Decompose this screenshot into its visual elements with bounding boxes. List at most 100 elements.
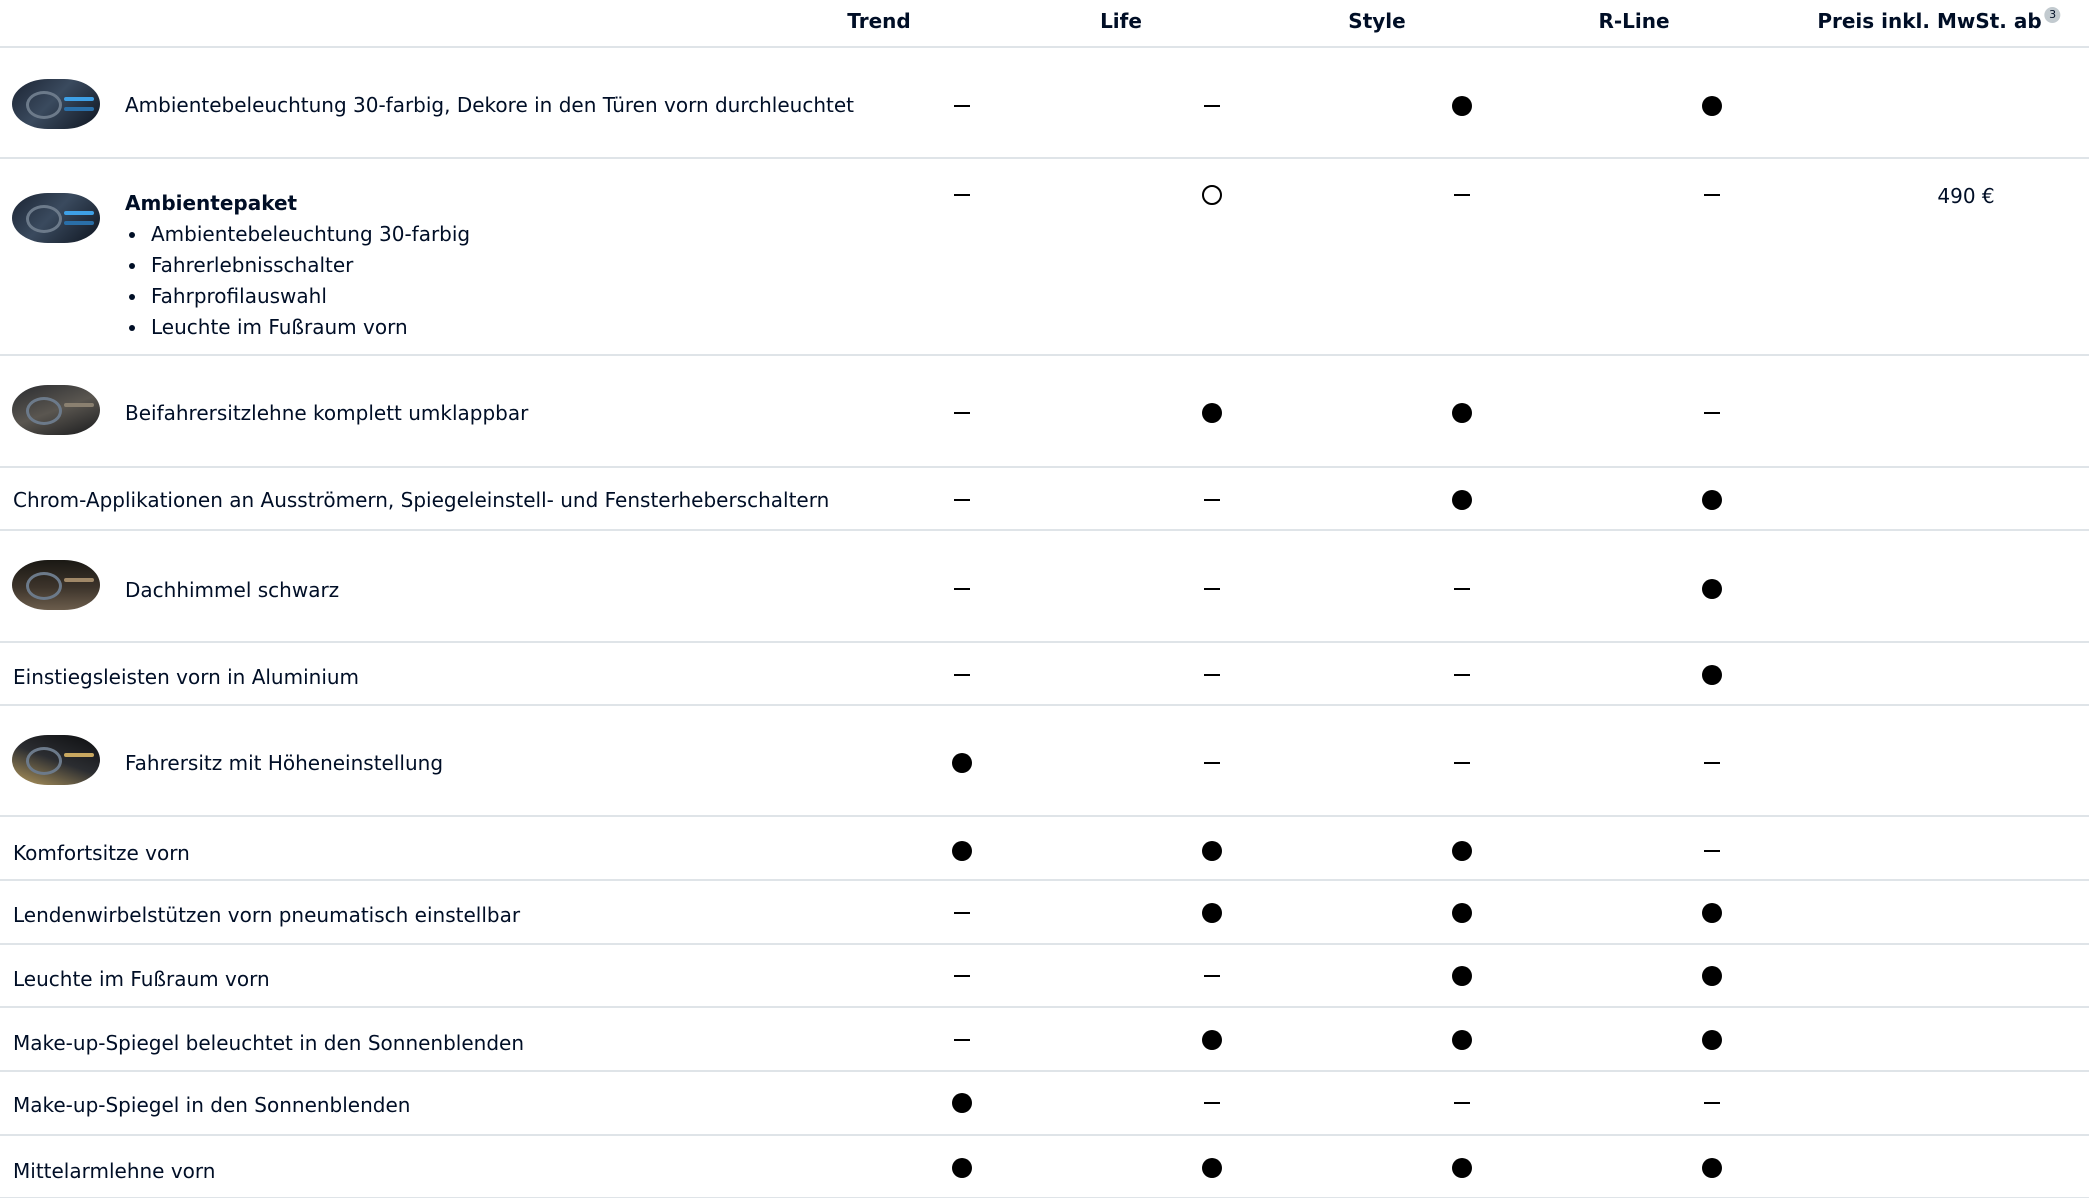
footnote-badge[interactable]: 3 — [2044, 7, 2061, 23]
standard-icon — [952, 841, 972, 861]
cell-life — [1201, 1029, 1223, 1051]
standard-icon — [1452, 903, 1472, 923]
price-header-label: Preis inkl. MwSt. ab — [1817, 9, 2042, 33]
cell-life — [1201, 752, 1223, 774]
standard-icon — [1702, 1030, 1722, 1050]
table-row: Mittelarmlehne vorn — [0, 1136, 2089, 1198]
not-available-icon — [1204, 762, 1220, 764]
cell-rline — [1701, 965, 1723, 987]
column-header-rline: R-Line — [1598, 9, 1670, 33]
cell-style — [1451, 402, 1473, 424]
cell-rline — [1701, 840, 1723, 862]
standard-icon — [1702, 966, 1722, 986]
cell-style — [1451, 184, 1473, 206]
not-available-icon — [1704, 412, 1720, 414]
row-label: Mittelarmlehne vorn — [13, 1159, 216, 1183]
list-item: Fahrprofilauswahl — [125, 281, 470, 312]
list-item: Fahrerlebnisschalter — [125, 250, 470, 281]
cell-rline — [1701, 1092, 1723, 1114]
not-available-icon — [1454, 1102, 1470, 1104]
standard-icon — [1452, 1158, 1472, 1178]
cell-life — [1201, 840, 1223, 862]
row-label: Komfortsitze vorn — [13, 841, 190, 865]
cell-life — [1201, 1157, 1223, 1179]
cell-rline — [1701, 1157, 1723, 1179]
cell-style — [1451, 1092, 1473, 1114]
not-available-icon — [954, 588, 970, 590]
standard-icon — [1702, 1158, 1722, 1178]
cell-trend — [951, 489, 973, 511]
cell-rline — [1701, 184, 1723, 206]
not-available-icon — [954, 912, 970, 914]
table-row: Beifahrersitzlehne komplett umklappbar — [0, 356, 2089, 468]
column-header-style: Style — [1348, 9, 1406, 33]
row-label: Make-up-Spiegel in den Sonnenblenden — [13, 1093, 411, 1117]
cell-life — [1201, 95, 1223, 117]
not-available-icon — [1204, 975, 1220, 977]
not-available-icon — [954, 975, 970, 977]
standard-icon — [1452, 403, 1472, 423]
cell-life — [1201, 489, 1223, 511]
not-available-icon — [1204, 588, 1220, 590]
standard-icon — [1702, 903, 1722, 923]
standard-icon — [1702, 490, 1722, 510]
headliner-image[interactable] — [12, 560, 100, 610]
cell-trend — [951, 965, 973, 987]
passenger-seat-image[interactable] — [12, 385, 100, 435]
not-available-icon — [1454, 588, 1470, 590]
equipment-comparison-table: Trend Life Style R-Line Preis inkl. MwSt… — [0, 0, 2089, 1198]
standard-icon — [1702, 579, 1722, 599]
standard-icon — [1202, 403, 1222, 423]
table-row: Komfortsitze vorn — [0, 817, 2089, 881]
cell-rline — [1701, 95, 1723, 117]
not-available-icon — [1204, 1102, 1220, 1104]
not-available-icon — [954, 105, 970, 107]
not-available-icon — [1454, 762, 1470, 764]
cell-trend — [951, 402, 973, 424]
row-label: Chrom-Applikationen an Ausströmern, Spie… — [13, 488, 830, 512]
standard-icon — [1202, 903, 1222, 923]
ambient-lighting-image[interactable] — [12, 79, 100, 129]
cell-style — [1451, 664, 1473, 686]
table-row: Lendenwirbelstützen vorn pneumatisch ein… — [0, 881, 2089, 945]
row-label: Lendenwirbelstützen vorn pneumatisch ein… — [13, 903, 521, 927]
cell-style — [1451, 752, 1473, 774]
cell-style — [1451, 95, 1473, 117]
not-available-icon — [954, 499, 970, 501]
standard-icon — [1452, 966, 1472, 986]
table-row: Fahrersitz mit Höheneinstellung — [0, 706, 2089, 817]
standard-icon — [952, 1093, 972, 1113]
not-available-icon — [1204, 105, 1220, 107]
cell-life — [1201, 578, 1223, 600]
row-label: Dachhimmel schwarz — [125, 578, 340, 602]
table-row: Ambientepaket Ambientebeleuchtung 30-far… — [0, 159, 2089, 356]
cell-trend — [951, 95, 973, 117]
standard-icon — [1452, 96, 1472, 116]
standard-icon — [952, 753, 972, 773]
cell-rline — [1701, 902, 1723, 924]
cell-life — [1201, 902, 1223, 924]
ambient-package-image[interactable] — [12, 193, 100, 243]
cell-rline — [1701, 664, 1723, 686]
package-contents-list: Ambientebeleuchtung 30-farbig Fahrerlebn… — [125, 219, 470, 343]
cell-rline — [1701, 402, 1723, 424]
standard-icon — [1452, 490, 1472, 510]
standard-icon — [1452, 841, 1472, 861]
cell-trend — [951, 752, 973, 774]
row-label: Ambientepaket — [125, 191, 298, 215]
standard-icon — [1452, 1030, 1472, 1050]
cell-trend — [951, 578, 973, 600]
not-available-icon — [954, 412, 970, 414]
cell-trend — [951, 184, 973, 206]
table-row: Make-up-Spiegel beleuchtet in den Sonnen… — [0, 1008, 2089, 1072]
standard-icon — [1702, 96, 1722, 116]
column-header-trend: Trend — [847, 9, 911, 33]
not-available-icon — [954, 674, 970, 676]
cell-life — [1201, 402, 1223, 424]
cell-style — [1451, 965, 1473, 987]
table-row: Leuchte im Fußraum vorn — [0, 945, 2089, 1008]
driver-seat-image[interactable] — [12, 735, 100, 785]
cell-life — [1201, 1092, 1223, 1114]
cell-trend — [951, 902, 973, 924]
standard-icon — [1702, 665, 1722, 685]
